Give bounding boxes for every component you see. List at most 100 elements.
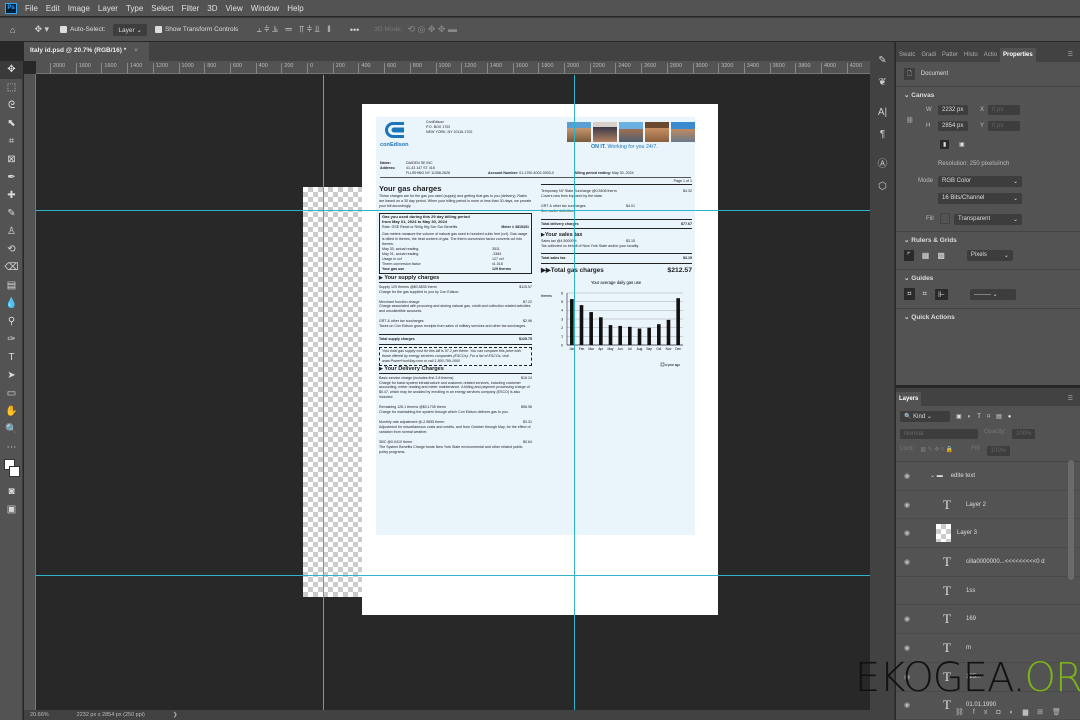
guide-vertical[interactable] — [574, 75, 575, 710]
tab-gradients[interactable]: Gradi — [918, 48, 939, 62]
menu-type[interactable]: Type — [126, 4, 143, 13]
guide-horizontal[interactable] — [36, 210, 870, 211]
show-guides-icon[interactable]: ⌗ — [904, 288, 915, 300]
tab-properties[interactable]: Properties — [1000, 48, 1036, 62]
menu-help[interactable]: Help — [287, 4, 303, 13]
fill-field[interactable]: 100% — [986, 446, 1010, 456]
blend-mode-select[interactable]: Normal — [900, 429, 978, 439]
layer-row[interactable]: ◉ Layer 3 — [896, 519, 1080, 549]
visibility-eye-icon[interactable]: ◉ — [896, 644, 918, 652]
tab-history[interactable]: Histo — [961, 48, 981, 62]
eyedropper-tool-icon[interactable]: ✒ — [0, 169, 23, 187]
tab-layers[interactable]: Layers — [896, 392, 922, 406]
path-select-icon[interactable]: ➤ — [0, 367, 23, 385]
rulers-grids-section[interactable]: ⌄ Rulers & Grids — [896, 231, 1080, 248]
menu-window[interactable]: Window — [251, 4, 279, 13]
eraser-tool-icon[interactable]: ⌫ — [0, 259, 23, 277]
guide-horizontal[interactable] — [36, 575, 870, 576]
filter-toggle-icon[interactable]: ● — [1008, 414, 1012, 420]
height-field[interactable]: 2854 px — [938, 121, 968, 131]
frame-tool-icon[interactable]: ⊠ — [0, 151, 23, 169]
filter-smart-icon[interactable]: ▤ — [996, 413, 1002, 420]
history-brush-icon[interactable]: ⟲ — [0, 241, 23, 259]
layer-row[interactable]: ◉ T 169 — [896, 605, 1080, 635]
pen-tool-icon[interactable]: ✑ — [0, 331, 23, 349]
layer-row[interactable]: T 1ss — [896, 577, 1080, 606]
layer-footer-icons[interactable]: ⛓fx◘◐▆⊞🗑 — [955, 708, 1070, 716]
layer-row[interactable]: ◉ ⌄ ▬ edite text — [896, 462, 1080, 491]
tab-patterns[interactable]: Patter — [939, 48, 961, 62]
visibility-eye-icon[interactable]: ◉ — [896, 701, 918, 709]
clone-stamp-icon[interactable]: ♙ — [0, 223, 23, 241]
visibility-eye-icon[interactable]: ◉ — [896, 615, 918, 623]
zoom-level[interactable]: 20.66% — [30, 712, 49, 718]
hand-tool-icon[interactable]: ✋ — [0, 403, 23, 421]
auto-select-checkbox[interactable]: Auto-Select: — [60, 25, 105, 33]
menu-3d[interactable]: 3D — [207, 4, 217, 13]
guide-vertical[interactable] — [323, 75, 324, 710]
menu-file[interactable]: File — [25, 4, 38, 13]
guides-section[interactable]: ⌄ Guides — [896, 269, 1080, 286]
menu-edit[interactable]: Edit — [46, 4, 60, 13]
3d-tools-icons[interactable]: ⟲ ◎ ✥ ✥ ▬ — [407, 24, 456, 35]
visibility-eye-icon[interactable]: ◉ — [896, 529, 918, 537]
rulers-toggle-icon[interactable]: ⌜ — [904, 250, 914, 261]
guide-style-select[interactable]: ──── ⌄ — [970, 288, 1016, 300]
align-icons[interactable]: ⫠ ⫩ ⫡ ═ ⫪ ⫩ ⫫ ‖ — [256, 24, 331, 35]
color-swatches[interactable] — [0, 457, 23, 483]
opacity-field[interactable]: 100% — [1012, 429, 1036, 439]
blur-tool-icon[interactable]: 💧 — [0, 295, 23, 313]
fill-select[interactable]: Transparent ⌄ — [954, 214, 1022, 225]
filter-adjust-icon[interactable]: ◐ — [968, 414, 972, 420]
menu-filter[interactable]: Filter — [182, 4, 200, 13]
more-tools-icon[interactable]: ⋯ — [0, 439, 23, 457]
layer-row[interactable]: ◉ T Layer 2 — [896, 491, 1080, 520]
brush-tool-icon[interactable]: ✎ — [0, 205, 23, 223]
move-tool-icon[interactable]: ✥ ▾ — [34, 24, 49, 35]
tab-swatches[interactable]: Swatc — [896, 48, 918, 62]
menu-select[interactable]: Select — [151, 4, 173, 13]
units-select[interactable]: Pixels ⌄ — [966, 250, 1013, 261]
gradient-tool-icon[interactable]: ▤ — [0, 277, 23, 295]
close-tab-icon[interactable]: × — [134, 47, 138, 54]
3d-icon[interactable]: ⬡ — [870, 176, 895, 198]
paragraph-icon[interactable]: ¶ — [870, 124, 895, 146]
lasso-tool-icon[interactable]: ᘓ — [0, 97, 23, 115]
menu-layer[interactable]: Layer — [98, 4, 118, 13]
panel-menu-icon[interactable]: ☰ — [1065, 47, 1076, 62]
layers-scrollbar[interactable] — [1068, 460, 1074, 580]
status-menu-arrow[interactable]: ❯ — [173, 712, 178, 718]
filter-type-icon[interactable]: T — [977, 414, 981, 420]
crop-tool-icon[interactable]: ⌗ — [0, 133, 23, 151]
quick-mask-icon[interactable]: ◙ — [0, 483, 23, 501]
marquee-tool-icon[interactable]: ⬚ — [0, 79, 23, 97]
quick-actions-section[interactable]: ⌄ Quick Actions — [896, 308, 1080, 325]
brushes-icon[interactable]: ❦ — [870, 72, 895, 94]
tab-actions[interactable]: Actio — [981, 48, 1000, 62]
zoom-tool-icon[interactable]: 🔍 — [0, 421, 23, 439]
visibility-eye-icon[interactable]: ◉ — [896, 558, 918, 566]
character-icon[interactable]: A| — [870, 102, 895, 124]
layers-menu-icon[interactable]: ☰ — [1065, 391, 1076, 406]
layer-row[interactable]: ◉ Tcilla0000000...<<<<<<<<<0 d — [896, 548, 1080, 577]
landscape-orientation-icon[interactable]: ▣ — [956, 140, 968, 149]
x-field[interactable]: 0 px — [988, 105, 1020, 115]
portrait-orientation-icon[interactable]: ▮ — [940, 140, 950, 149]
visibility-eye-icon[interactable]: ◉ — [896, 472, 918, 480]
color-mode-select[interactable]: RGB Color ⌄ — [938, 176, 1022, 187]
brush-settings-icon[interactable]: ✎ — [870, 50, 895, 72]
width-field[interactable]: 2232 px — [938, 105, 968, 115]
rectangle-tool-icon[interactable]: ▭ — [0, 385, 23, 403]
pixel-grid-icon[interactable]: ▩ — [937, 251, 945, 260]
canvas-area[interactable]: conEdison ConEdison P.O. BOX 1702 NEW YORK… — [36, 75, 870, 710]
object-select-tool-icon[interactable]: ⬉ — [0, 115, 23, 133]
show-transform-checkbox[interactable]: Show Transform Controls — [154, 25, 238, 33]
auto-select-target-dropdown[interactable]: Layer ⌄ — [113, 23, 147, 36]
screen-mode-icon[interactable]: ▣ — [0, 501, 23, 519]
filter-shape-icon[interactable]: ⌑ — [987, 413, 990, 420]
visibility-eye-icon[interactable]: ◉ — [896, 501, 918, 509]
dodge-tool-icon[interactable]: ⚲ — [0, 313, 23, 331]
y-field[interactable]: 0 px — [988, 121, 1020, 131]
more-options-button[interactable]: ••• — [350, 25, 359, 35]
home-icon[interactable]: ⌂ — [10, 25, 15, 35]
